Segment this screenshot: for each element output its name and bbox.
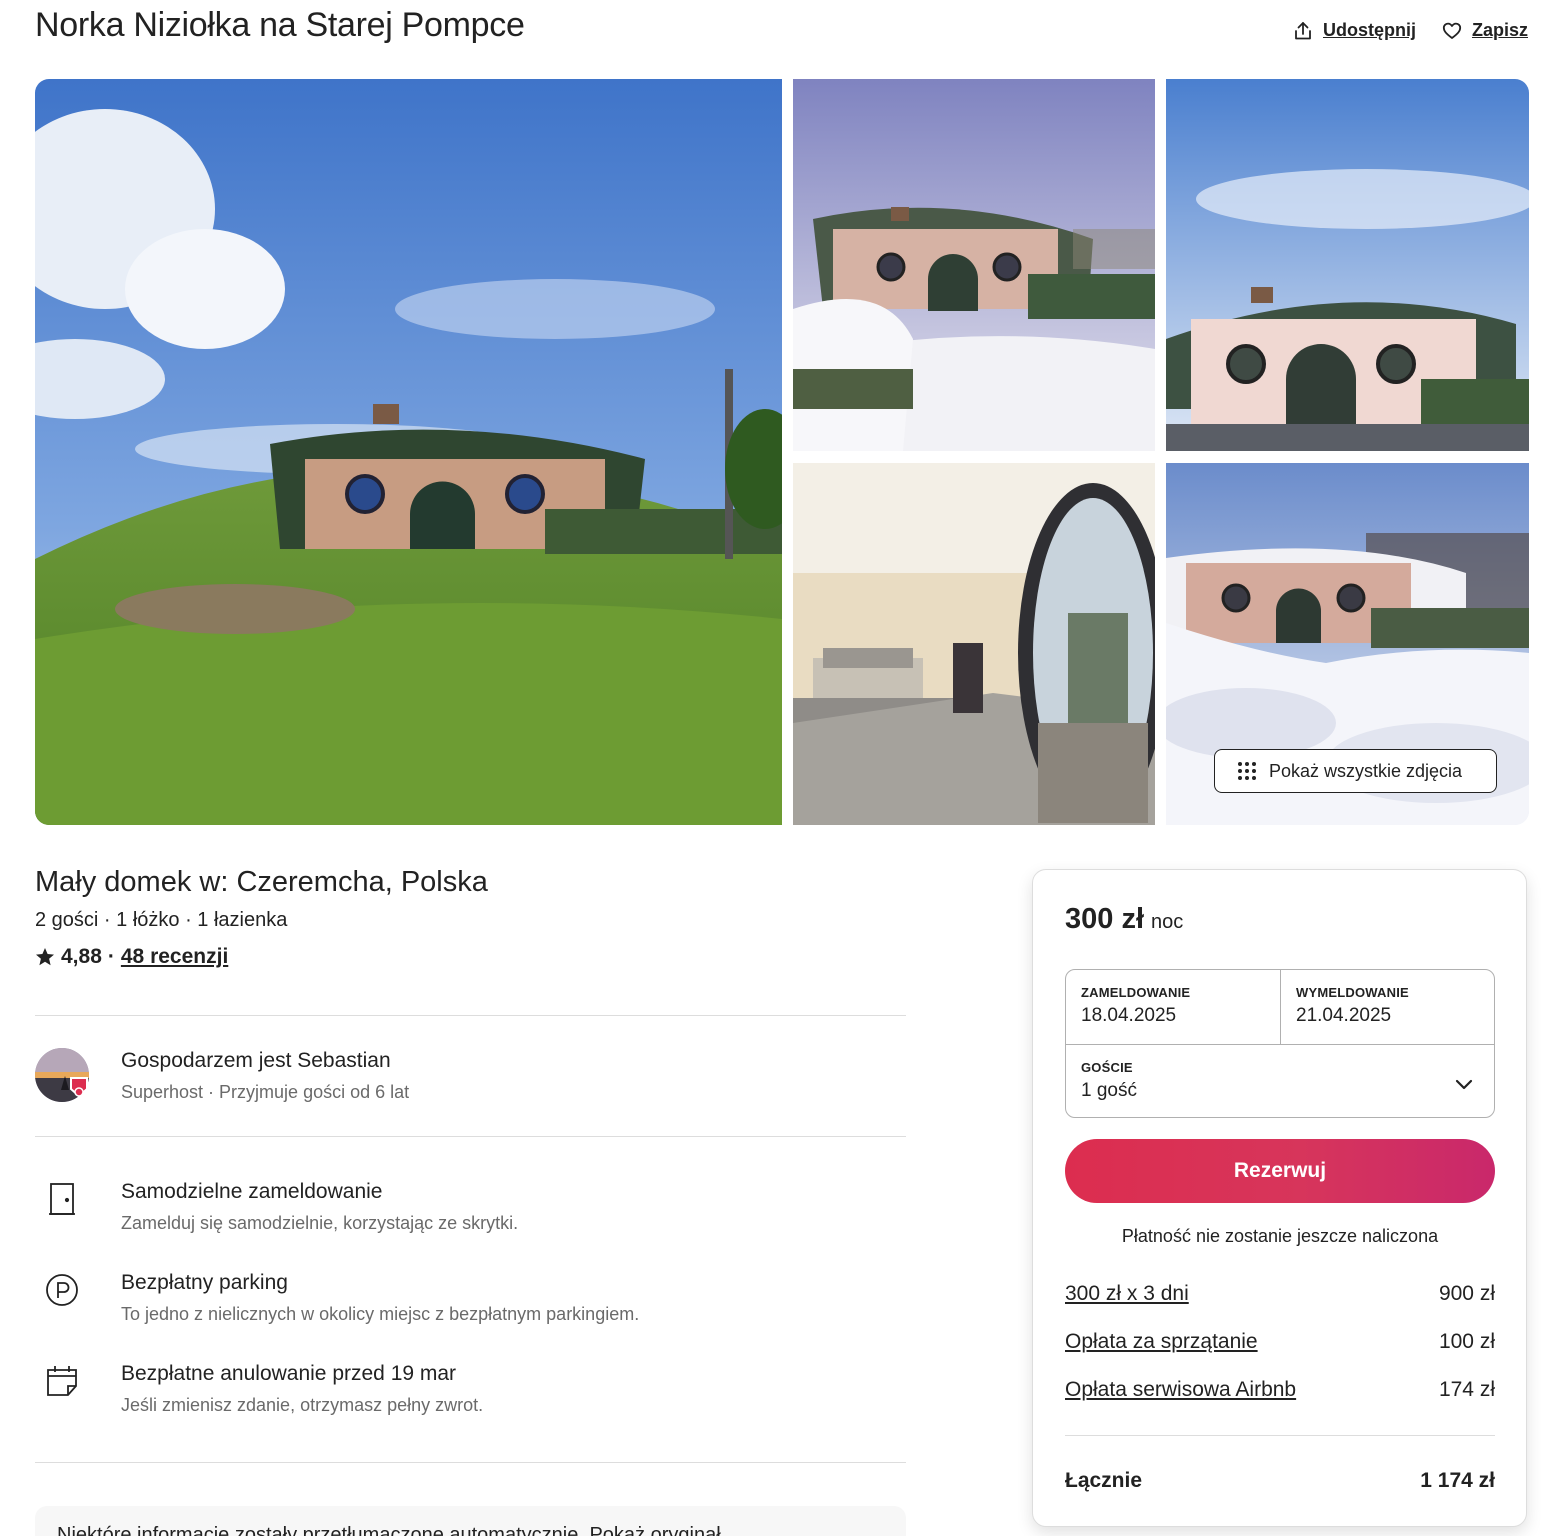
listing-info: 2 gości · 1 łóżko · 1 łazienka [35, 909, 288, 931]
checkin-label: ZAMELDOWANIE [1081, 985, 1191, 1000]
show-all-photos-button[interactable]: Pokaż wszystkie zdjęcia [1214, 749, 1497, 793]
total-label: Łącznie [1065, 1469, 1143, 1492]
price-amount: 300 zł [1065, 903, 1144, 935]
share-button[interactable]: Udostępnij [1293, 20, 1416, 41]
divider [35, 1015, 906, 1016]
date-guest-picker: ZAMELDOWANIE 18.04.2025 WYMELDOWANIE 21.… [1065, 969, 1495, 1118]
price-line-label[interactable]: Opłata serwisowa Airbnb [1065, 1378, 1296, 1402]
total-value: 1 174 zł [1420, 1469, 1495, 1492]
rating-row: 4,88 · 48 recenzji [35, 945, 228, 969]
photo-winter[interactable] [793, 79, 1155, 451]
guests-value: 1 gość [1081, 1080, 1137, 1101]
superhost-badge-icon [70, 1077, 88, 1098]
divider [35, 1136, 906, 1137]
checkin-value: 18.04.2025 [1081, 1005, 1177, 1026]
grid-dots-icon [1238, 762, 1256, 780]
booking-card: 300 zł noc ZAMELDOWANIE 18.04.2025 WYMEL… [1032, 869, 1527, 1527]
price: 300 zł noc [1065, 903, 1183, 936]
photo-clear-sky[interactable] [1166, 79, 1529, 451]
top-actions: Udostępnij Zapisz [1293, 20, 1528, 41]
checkin-field[interactable]: ZAMELDOWANIE 18.04.2025 [1066, 970, 1281, 1044]
photo-main[interactable] [35, 79, 782, 825]
page-title: Norka Niziołka na Starej Pompce [35, 6, 525, 44]
guests-label: GOŚCIE [1081, 1060, 1133, 1075]
reserve-button[interactable]: Rezerwuj [1065, 1139, 1495, 1203]
listing-subtitle: Mały domek w: Czeremcha, Polska [35, 866, 488, 898]
divider [1065, 1435, 1495, 1436]
save-button[interactable]: Zapisz [1442, 20, 1528, 41]
rating-separator: · [107, 945, 115, 968]
calendar-icon [47, 1366, 77, 1396]
reviews-link[interactable]: 48 recenzji [121, 945, 228, 969]
price-line-value: 900 zł [1438, 1282, 1495, 1305]
rating-value: 4,88 [61, 945, 102, 968]
feature-title: Samodzielne zameldowanie [121, 1180, 383, 1203]
feature-free-parking: Bezpłatny parking To jedno z nielicznych… [35, 1271, 906, 1341]
feature-title: Bezpłatne anulowanie przed 19 mar [121, 1362, 457, 1385]
door-icon [49, 1183, 75, 1215]
feature-free-cancellation: Bezpłatne anulowanie przed 19 mar Jeśli … [35, 1362, 906, 1432]
show-all-photos-label: Pokaż wszystkie zdjęcia [1269, 760, 1463, 781]
share-label: Udostępnij [1322, 20, 1416, 40]
price-line-label[interactable]: Opłata za sprzątanie [1065, 1330, 1258, 1354]
heart-icon [1442, 22, 1462, 39]
star-icon [36, 948, 54, 966]
share-icon [1295, 21, 1311, 39]
feature-self-checkin: Samodzielne zameldowanie Zamelduj się sa… [35, 1180, 906, 1250]
translation-notice: Niektóre informacje zostały przetłumaczo… [35, 1506, 906, 1536]
price-line-value: 100 zł [1438, 1330, 1495, 1353]
price-line-value: 174 zł [1438, 1378, 1495, 1401]
feature-description: Zamelduj się samodzielnie, korzystając z… [121, 1213, 519, 1233]
parking-icon [46, 1274, 78, 1306]
photo-interior[interactable] [793, 463, 1155, 825]
host-subtitle: Superhost · Przyjmuje gości od 6 lat [121, 1082, 410, 1102]
price-line-label[interactable]: 300 zł x 3 dni [1065, 1282, 1189, 1306]
price-line-service: Opłata serwisowa Airbnb 174 zł [1065, 1378, 1495, 1402]
price-line-nights: 300 zł x 3 dni 900 zł [1065, 1282, 1495, 1306]
save-label: Zapisz [1471, 20, 1528, 40]
feature-description: Jeśli zmienisz zdanie, otrzymasz pełny z… [121, 1395, 484, 1415]
checkout-label: WYMELDOWANIE [1296, 985, 1409, 1000]
checkout-value: 21.04.2025 [1296, 1005, 1392, 1026]
checkout-field[interactable]: WYMELDOWANIE 21.04.2025 [1281, 970, 1494, 1044]
price-total: Łącznie 1 174 zł [1065, 1469, 1495, 1493]
no-charge-note: Płatność nie zostanie jeszcze naliczona [1121, 1226, 1439, 1246]
chevron-down-icon [1455, 1079, 1473, 1090]
feature-title: Bezpłatny parking [121, 1271, 288, 1294]
price-line-cleaning: Opłata za sprzątanie 100 zł [1065, 1330, 1495, 1354]
photo-gallery [35, 79, 1529, 825]
divider [35, 1462, 906, 1463]
price-per: noc [1151, 911, 1184, 933]
guests-select[interactable]: GOŚCIE 1 gość [1066, 1045, 1494, 1117]
host-name: Gospodarzem jest Sebastian [121, 1049, 391, 1072]
feature-description: To jedno z nielicznych w okolicy miejsc … [121, 1304, 640, 1324]
